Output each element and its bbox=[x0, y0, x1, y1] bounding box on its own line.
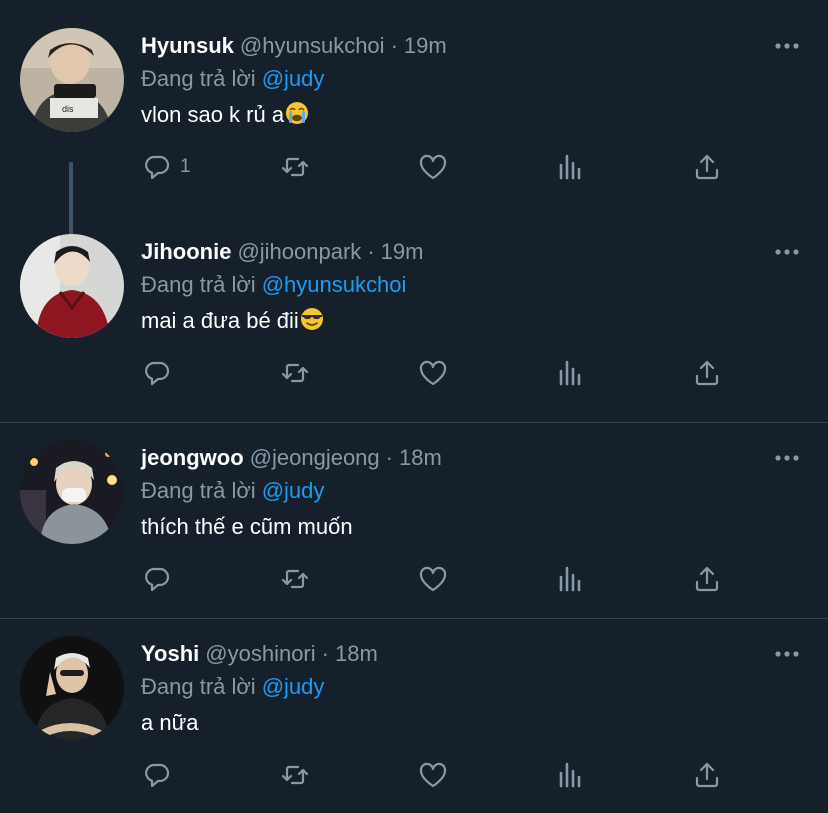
more-icon[interactable] bbox=[774, 450, 800, 461]
tweet-text-body: thích thế e cũm muốn bbox=[141, 514, 353, 539]
retweet-icon bbox=[281, 569, 309, 589]
avatar[interactable] bbox=[20, 636, 124, 740]
display-name[interactable]: Jihoonie bbox=[141, 239, 231, 264]
tweet-text-body: a nữa bbox=[141, 710, 199, 735]
share-button[interactable] bbox=[692, 562, 722, 596]
tweet-header: Jihoonie @jihoonpark · 19m bbox=[141, 236, 423, 268]
tweet-actions bbox=[0, 758, 828, 792]
tweet-text: a nữa bbox=[141, 708, 199, 738]
analytics-icon bbox=[559, 566, 581, 592]
analytics-button[interactable] bbox=[556, 356, 586, 390]
retweet-button[interactable] bbox=[280, 150, 310, 184]
analytics-icon bbox=[559, 360, 581, 386]
timestamp[interactable]: 18m bbox=[335, 641, 378, 666]
reply-icon bbox=[145, 567, 170, 592]
reply-icon bbox=[145, 763, 170, 788]
retweet-button[interactable] bbox=[280, 356, 310, 390]
tweet-text: vlon sao k rủ a bbox=[141, 100, 309, 130]
tweet-header: Hyunsuk @hyunsukchoi · 19m bbox=[141, 30, 447, 62]
share-icon bbox=[695, 154, 719, 180]
retweet-icon bbox=[281, 157, 309, 177]
heart-icon bbox=[419, 566, 447, 592]
loudly-crying-face-icon bbox=[286, 102, 309, 124]
reply-icon bbox=[145, 361, 170, 386]
tweet-actions bbox=[0, 356, 828, 390]
reply-button[interactable]: 1 bbox=[142, 150, 191, 184]
retweet-icon bbox=[281, 363, 309, 383]
share-button[interactable] bbox=[692, 356, 722, 390]
tweet-actions bbox=[0, 562, 828, 596]
analytics-icon bbox=[559, 154, 581, 180]
separator-dot: · bbox=[385, 445, 393, 470]
heart-icon bbox=[419, 762, 447, 788]
reply-count: 1 bbox=[180, 156, 191, 177]
retweet-button[interactable] bbox=[280, 562, 310, 596]
avatar[interactable] bbox=[20, 440, 124, 544]
replying-to-label: Đang trả lời bbox=[141, 478, 256, 503]
timestamp[interactable]: 19m bbox=[404, 33, 447, 58]
like-button[interactable] bbox=[418, 562, 448, 596]
replying-to-label: Đang trả lời bbox=[141, 66, 256, 91]
mention-link[interactable]: @judy bbox=[262, 66, 325, 91]
mention-link[interactable]: @judy bbox=[262, 674, 325, 699]
smiling-face-with-sunglasses-icon bbox=[300, 308, 323, 330]
user-handle[interactable]: @jeongjeong bbox=[250, 445, 380, 470]
heart-icon bbox=[419, 360, 447, 386]
tweet-header: jeongwoo @jeongjeong · 18m bbox=[141, 442, 442, 474]
user-handle[interactable]: @yoshinori bbox=[205, 641, 315, 666]
retweet-icon bbox=[281, 765, 309, 785]
more-icon[interactable] bbox=[774, 38, 800, 49]
tweet-text-body: vlon sao k rủ a bbox=[141, 102, 285, 127]
share-icon bbox=[695, 566, 719, 592]
analytics-icon bbox=[559, 762, 581, 788]
divider bbox=[0, 618, 828, 619]
share-icon bbox=[695, 360, 719, 386]
replying-to: Đang trả lời @judy bbox=[141, 64, 324, 94]
divider bbox=[0, 422, 828, 423]
svg-text:dis: dis bbox=[62, 104, 74, 114]
reply-button[interactable] bbox=[142, 356, 180, 390]
tweet-text-body: mai a đưa bé đii bbox=[141, 308, 299, 333]
analytics-button[interactable] bbox=[556, 758, 586, 792]
replying-to: Đang trả lời @judy bbox=[141, 672, 324, 702]
timestamp[interactable]: 19m bbox=[381, 239, 424, 264]
tweet-text: thích thế e cũm muốn bbox=[141, 512, 353, 542]
replying-to: Đang trả lời @hyunsukchoi bbox=[141, 270, 406, 300]
analytics-button[interactable] bbox=[556, 562, 586, 596]
display-name[interactable]: jeongwoo bbox=[141, 445, 244, 470]
avatar[interactable] bbox=[20, 234, 124, 338]
replying-to: Đang trả lời @judy bbox=[141, 476, 324, 506]
reply-button[interactable] bbox=[142, 562, 180, 596]
more-icon[interactable] bbox=[774, 646, 800, 657]
tweet-actions: 1 bbox=[0, 150, 828, 184]
mention-link[interactable]: @judy bbox=[262, 478, 325, 503]
tweet-header: Yoshi @yoshinori · 18m bbox=[141, 638, 378, 670]
retweet-button[interactable] bbox=[280, 758, 310, 792]
share-button[interactable] bbox=[692, 150, 722, 184]
share-button[interactable] bbox=[692, 758, 722, 792]
user-handle[interactable]: @jihoonpark bbox=[237, 239, 361, 264]
like-button[interactable] bbox=[418, 758, 448, 792]
like-button[interactable] bbox=[418, 356, 448, 390]
reply-icon bbox=[145, 155, 170, 180]
separator-dot: · bbox=[321, 641, 329, 666]
reply-button[interactable] bbox=[142, 758, 180, 792]
display-name[interactable]: Yoshi bbox=[141, 641, 199, 666]
user-handle[interactable]: @hyunsukchoi bbox=[240, 33, 385, 58]
separator-dot: · bbox=[367, 239, 375, 264]
replying-to-label: Đang trả lời bbox=[141, 674, 256, 699]
like-button[interactable] bbox=[418, 150, 448, 184]
share-icon bbox=[695, 762, 719, 788]
analytics-button[interactable] bbox=[556, 150, 586, 184]
more-icon[interactable] bbox=[774, 244, 800, 255]
display-name[interactable]: Hyunsuk bbox=[141, 33, 234, 58]
tweet-text: mai a đưa bé đii bbox=[141, 306, 324, 336]
timestamp[interactable]: 18m bbox=[399, 445, 442, 470]
separator-dot: · bbox=[390, 33, 398, 58]
mention-link[interactable]: @hyunsukchoi bbox=[262, 272, 407, 297]
avatar[interactable]: dis bbox=[20, 28, 124, 132]
heart-icon bbox=[419, 154, 447, 180]
replying-to-label: Đang trả lời bbox=[141, 272, 256, 297]
